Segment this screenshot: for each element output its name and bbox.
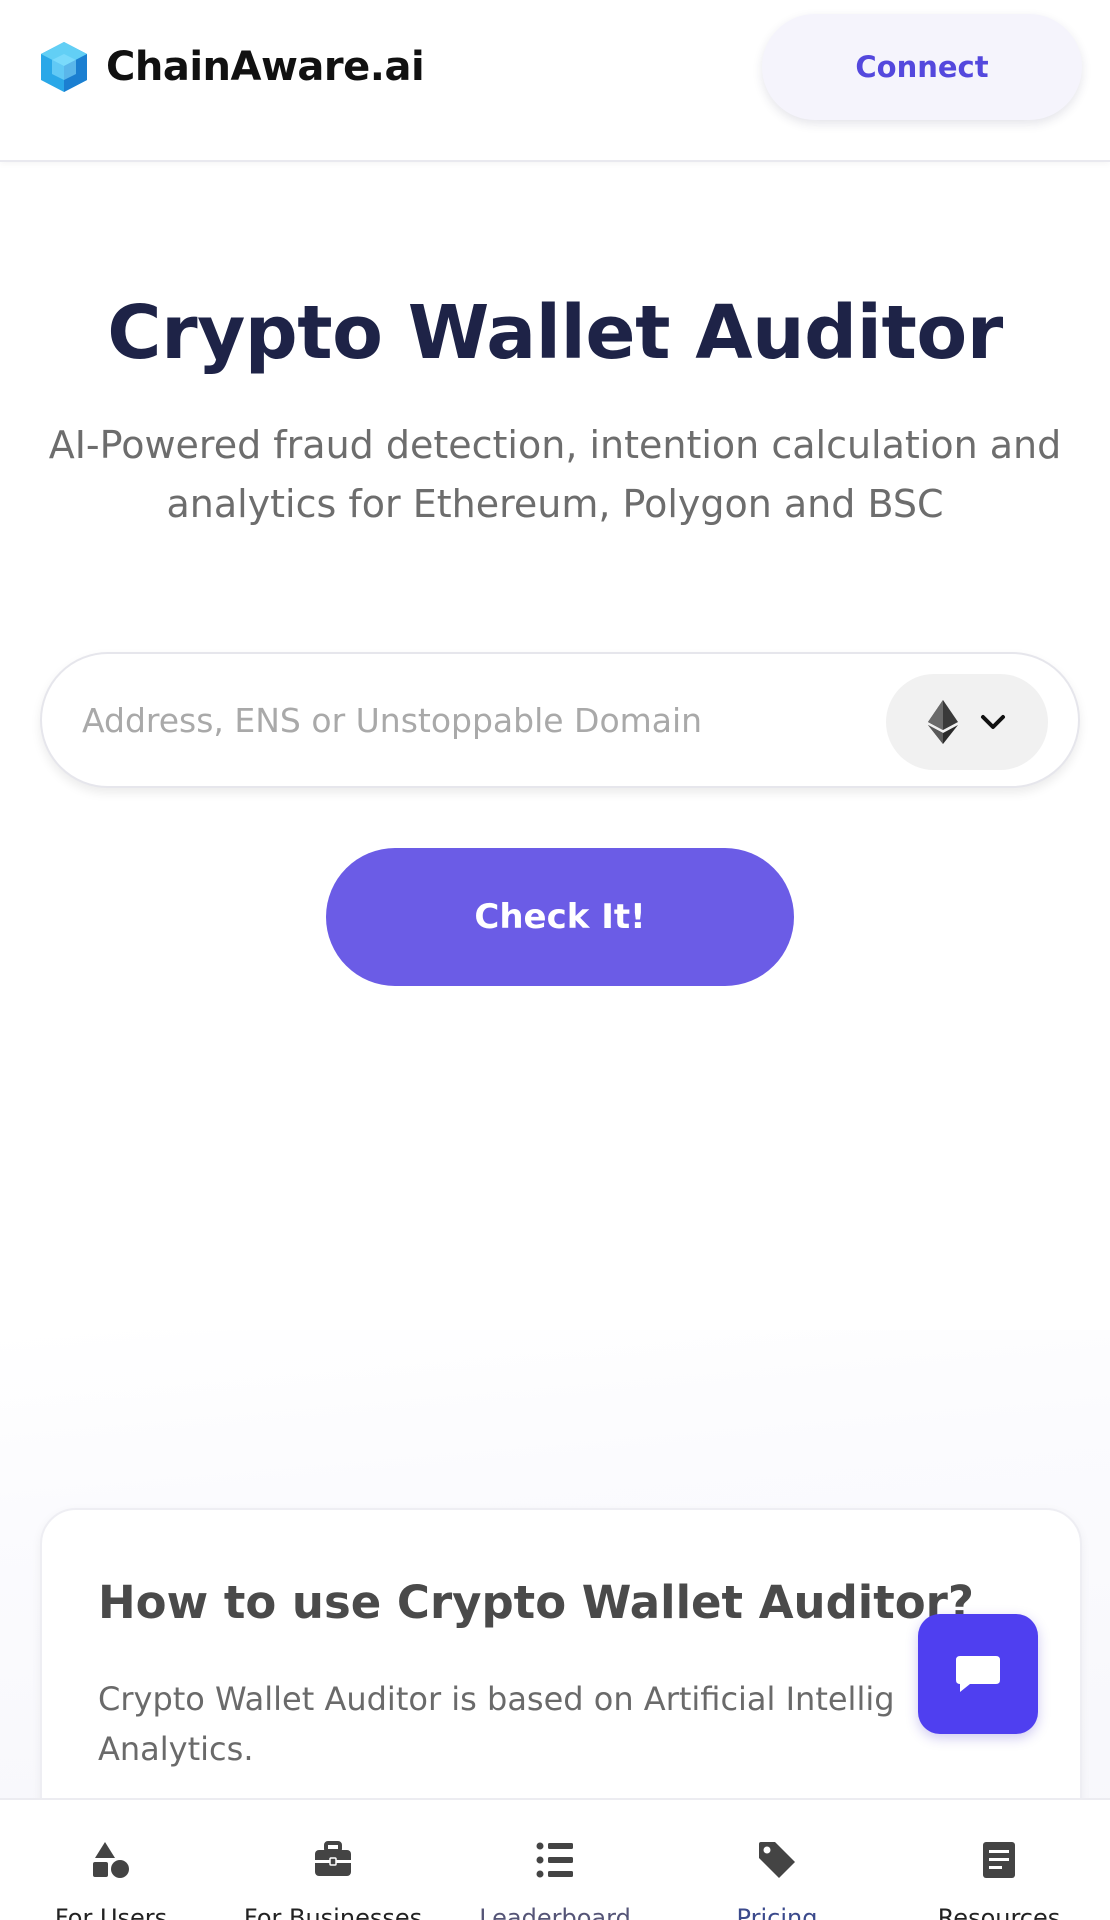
card-title: How to use Crypto Wallet Auditor? xyxy=(98,1576,974,1629)
brand-name: ChainAware.ai xyxy=(106,44,425,90)
card-text: Crypto Wallet Auditor is based on Artifi… xyxy=(98,1680,895,1768)
list-icon xyxy=(536,1842,573,1878)
check-it-button[interactable]: Check It! xyxy=(326,848,794,986)
ethereum-icon xyxy=(928,700,958,744)
top-header: ChainAware.ai Connect xyxy=(0,0,1110,162)
chat-bubble-icon xyxy=(956,1656,1000,1692)
nav-label: Leaderboard xyxy=(479,1904,631,1920)
briefcase-icon xyxy=(315,1841,351,1876)
nav-label: Resources xyxy=(937,1904,1061,1920)
nav-item-resources[interactable]: Resources xyxy=(888,1800,1110,1920)
chain-selector[interactable] xyxy=(886,674,1048,770)
nav-label: For Users xyxy=(54,1904,168,1920)
chevron-down-icon xyxy=(981,715,1005,729)
nav-item-leaderboard[interactable]: Leaderboard xyxy=(444,1800,666,1920)
page-title: Crypto Wallet Auditor xyxy=(107,290,1003,376)
address-search-box xyxy=(40,652,1080,788)
nav-item-for-businesses[interactable]: For Businesses xyxy=(222,1800,444,1920)
chat-button[interactable] xyxy=(918,1614,1038,1734)
document-icon xyxy=(983,1842,1015,1878)
nav-label: For Businesses xyxy=(243,1904,423,1920)
cube-logo-icon xyxy=(41,42,87,92)
nav-label: Pricing xyxy=(736,1904,818,1920)
shapes-icon xyxy=(93,1842,129,1878)
address-input[interactable] xyxy=(82,654,902,786)
nav-item-for-users[interactable]: For Users xyxy=(0,1800,222,1920)
page-subtitle: AI-Powered fraud detection, intention ca… xyxy=(48,423,1062,526)
brand-logo[interactable]: ChainAware.ai xyxy=(38,40,425,94)
tag-icon xyxy=(759,1842,795,1878)
bottom-navigation: For Users For Businesses Leaderboard Pri… xyxy=(0,1798,1110,1920)
connect-button[interactable]: Connect xyxy=(762,14,1082,120)
nav-item-pricing[interactable]: Pricing xyxy=(666,1800,888,1920)
